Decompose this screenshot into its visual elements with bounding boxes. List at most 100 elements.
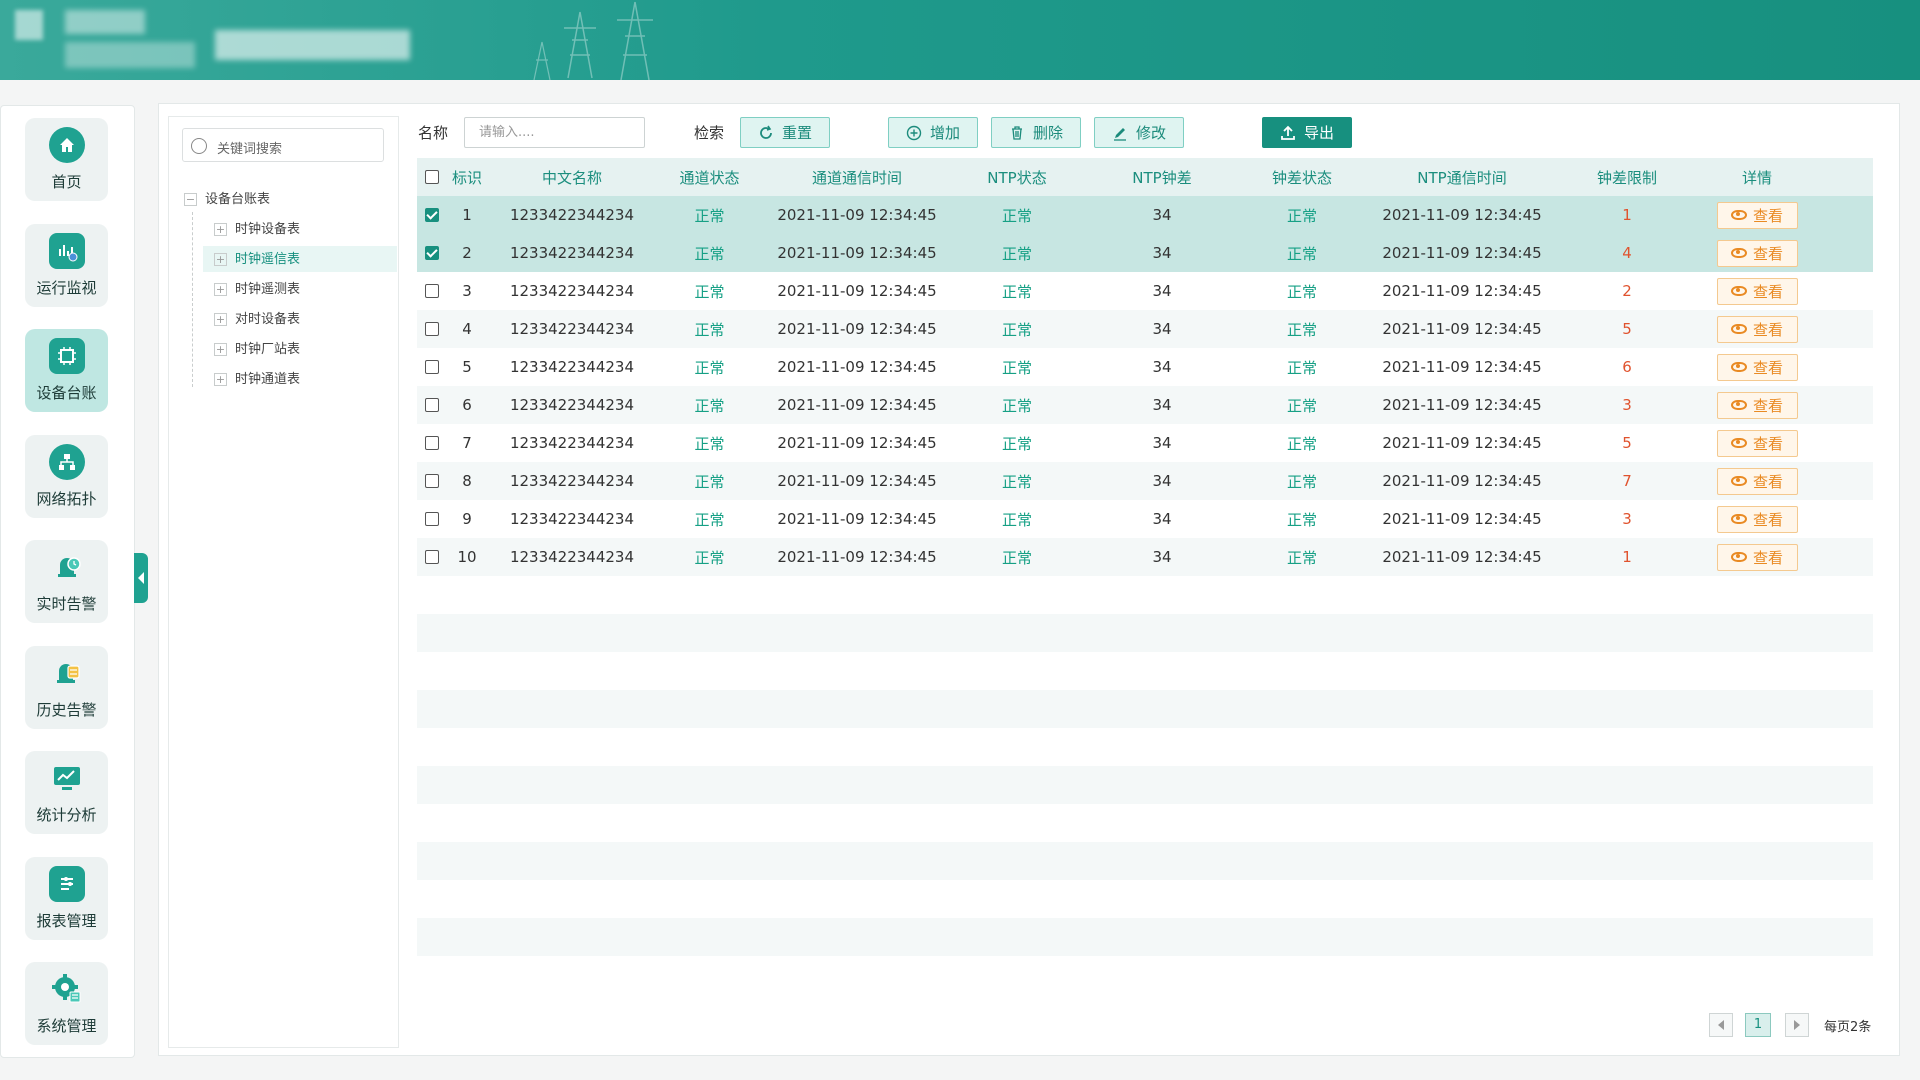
expand-icon[interactable]: + [214, 223, 227, 236]
tree-item-clock-station[interactable]: + 时钟厂站表 [214, 337, 300, 363]
column-header[interactable]: NTP通信时间 [1362, 167, 1562, 188]
row-checkbox[interactable] [425, 512, 439, 526]
table-row[interactable]: 9 1233422344234 正常 2021-11-09 12:34:45 正常 34 正… [417, 500, 1873, 538]
view-button[interactable]: 查看 [1716, 239, 1798, 267]
column-header[interactable]: 通道通信时间 [762, 167, 952, 188]
row-checkbox[interactable] [425, 246, 439, 260]
prev-page-button[interactable] [1709, 1013, 1733, 1037]
table-row[interactable]: 5 1233422344234 正常 2021-11-09 12:34:45 正常 34 正… [417, 348, 1873, 386]
column-header[interactable]: 标识 [447, 167, 487, 188]
row-checkbox[interactable] [425, 550, 439, 564]
nav-item-device-ledger[interactable]: 设备台账 [25, 329, 108, 412]
add-button[interactable]: 增加 [888, 117, 978, 148]
row-checkbox[interactable] [425, 360, 439, 374]
sidebar-collapse-toggle[interactable] [134, 553, 148, 603]
table-cell-id: 10 [457, 548, 477, 566]
column-header[interactable]: 中文名称 [487, 167, 657, 188]
report-icon [48, 866, 85, 902]
view-button[interactable]: 查看 [1716, 315, 1798, 343]
column-header[interactable]: 钟差限制 [1562, 167, 1692, 188]
nav-item-settings[interactable]: 系统管理 [25, 962, 108, 1045]
tree-root[interactable]: − 设备台账表 [184, 187, 270, 213]
table-row[interactable]: 3 1233422344234 正常 2021-11-09 12:34:45 正常 34 正… [417, 272, 1873, 310]
view-button[interactable]: 查看 [1716, 467, 1798, 495]
reset-button[interactable]: 重置 [740, 117, 830, 148]
view-button[interactable]: 查看 [1716, 391, 1798, 419]
table-row[interactable]: 7 1233422344234 正常 2021-11-09 12:34:45 正常 34 正… [417, 424, 1873, 462]
expand-icon[interactable]: + [214, 313, 227, 326]
select-all-checkbox[interactable] [417, 170, 447, 184]
table-row[interactable]: 6 1233422344234 正常 2021-11-09 12:34:45 正常 34 正… [417, 386, 1873, 424]
row-checkbox-cell[interactable] [417, 398, 447, 412]
table-row[interactable]: 8 1233422344234 正常 2021-11-09 12:34:45 正常 34 正… [417, 462, 1873, 500]
delete-button[interactable]: 删除 [991, 117, 1081, 148]
row-checkbox[interactable] [425, 474, 439, 488]
row-checkbox-cell[interactable] [417, 284, 447, 298]
table-cell-ch-time: 2021-11-09 12:34:45 [777, 434, 937, 452]
row-checkbox[interactable] [425, 322, 439, 336]
page-number-current[interactable]: 1 [1745, 1013, 1771, 1037]
view-label: 查看 [1752, 244, 1783, 263]
empty-row [417, 576, 1873, 614]
row-checkbox-cell[interactable] [417, 550, 447, 564]
nav-item-realtime-alarm[interactable]: 实时告警 [25, 540, 108, 623]
row-checkbox[interactable] [425, 284, 439, 298]
view-button[interactable]: 查看 [1716, 543, 1798, 571]
table-cell-ntp-status: 正常 [1001, 244, 1032, 263]
row-checkbox-cell[interactable] [417, 474, 447, 488]
row-checkbox-cell[interactable] [417, 208, 447, 222]
column-header[interactable]: NTP状态 [952, 167, 1082, 188]
eye-icon [1730, 210, 1747, 220]
next-page-button[interactable] [1785, 1013, 1809, 1037]
tree-item-timing-device[interactable]: + 对时设备表 [214, 307, 300, 333]
column-header[interactable]: 通道状态 [657, 167, 762, 188]
row-checkbox-cell[interactable] [417, 246, 447, 260]
row-checkbox-cell[interactable] [417, 322, 447, 336]
nav-item-statistics[interactable]: 统计分析 [25, 751, 108, 834]
tree-item-clock-telemetry[interactable]: + 时钟遥测表 [214, 277, 300, 303]
view-button[interactable]: 查看 [1716, 277, 1798, 305]
nav-item-network-topology[interactable]: 网络拓扑 [25, 435, 108, 518]
table-cell-ch-status: 正常 [694, 396, 725, 415]
table-row[interactable]: 1 1233422344234 正常 2021-11-09 12:34:45 正常 34 正… [417, 196, 1873, 234]
row-checkbox-cell[interactable] [417, 360, 447, 374]
row-checkbox[interactable] [425, 436, 439, 450]
column-header[interactable]: 详情 [1692, 167, 1822, 188]
view-button[interactable]: 查看 [1716, 505, 1798, 533]
table-cell-ch-status: 正常 [694, 548, 725, 567]
nav-item-monitor[interactable]: 运行监视 [25, 224, 108, 307]
expand-icon[interactable]: + [214, 373, 227, 386]
table-row[interactable]: 4 1233422344234 正常 2021-11-09 12:34:45 正常 34 正… [417, 310, 1873, 348]
tree-item-clock-channel[interactable]: + 时钟通道表 [214, 367, 300, 393]
export-button[interactable]: 导出 [1262, 117, 1352, 148]
table-cell-ntp-time: 2021-11-09 12:34:45 [1382, 282, 1542, 300]
tree-item-clock-telesignal[interactable]: + 时钟遥信表 [214, 247, 300, 273]
nav-item-home[interactable]: 首页 [25, 118, 108, 201]
expand-icon[interactable]: + [214, 253, 227, 266]
tree-search-input[interactable]: 关键词搜索 [182, 128, 384, 162]
name-input[interactable]: 请输入.... [464, 117, 645, 148]
nav-item-report[interactable]: 报表管理 [25, 857, 108, 940]
column-header[interactable]: NTP钟差 [1082, 167, 1242, 188]
collapse-icon[interactable]: − [184, 193, 197, 206]
expand-icon[interactable]: + [214, 283, 227, 296]
column-header[interactable]: 钟差状态 [1242, 167, 1362, 188]
table-row[interactable]: 10 1233422344234 正常 2021-11-09 12:34:45 正常 34… [417, 538, 1873, 576]
refresh-icon [758, 125, 774, 141]
tree-item-clock-device[interactable]: + 时钟设备表 [214, 217, 300, 243]
tree-item-label: 时钟通道表 [235, 372, 301, 387]
nav-label: 实时告警 [36, 595, 97, 613]
view-button[interactable]: 查看 [1716, 429, 1798, 457]
view-button[interactable]: 查看 [1716, 353, 1798, 381]
nav-item-history-alarm[interactable]: 历史告警 [25, 646, 108, 729]
view-button[interactable]: 查看 [1716, 201, 1798, 229]
table-row[interactable]: 2 1233422344234 正常 2021-11-09 12:34:45 正常 34 正… [417, 234, 1873, 272]
edit-button[interactable]: 修改 [1094, 117, 1184, 148]
row-checkbox[interactable] [425, 398, 439, 412]
expand-icon[interactable]: + [214, 343, 227, 356]
checkbox[interactable] [425, 170, 439, 184]
table-cell-ch-time: 2021-11-09 12:34:45 [777, 206, 937, 224]
row-checkbox-cell[interactable] [417, 436, 447, 450]
row-checkbox[interactable] [425, 208, 439, 222]
row-checkbox-cell[interactable] [417, 512, 447, 526]
